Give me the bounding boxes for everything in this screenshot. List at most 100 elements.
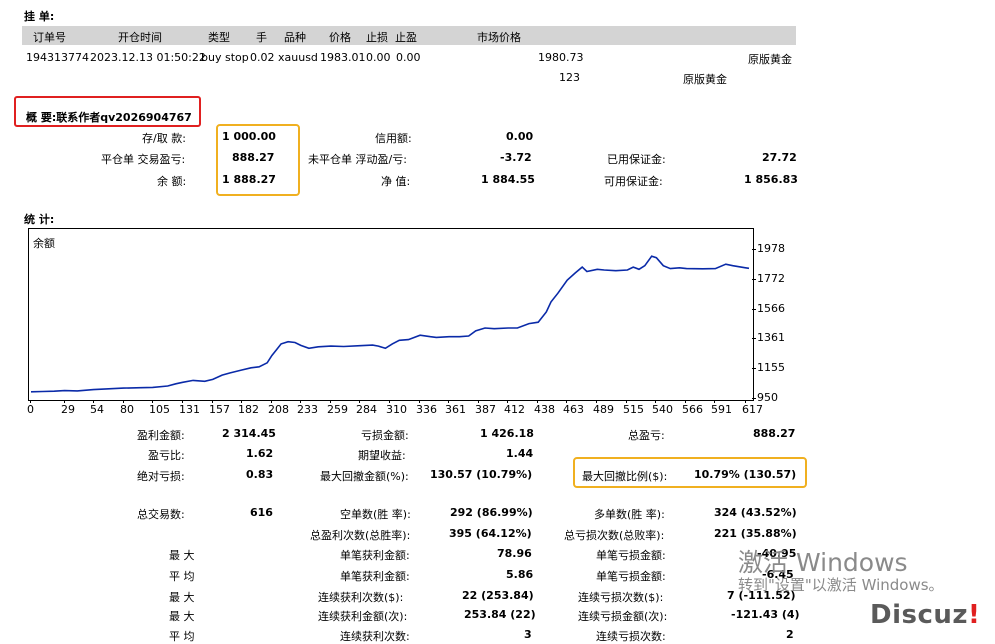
cell-ticket: 194313774 — [26, 51, 89, 64]
cw-cnt-label: 连续获利次数($): — [318, 591, 404, 604]
col-tp: 止盈 — [395, 31, 417, 44]
cell-time: 2023.12.13 01:50:22 — [90, 51, 206, 64]
cl-amt-value: -121.43 (4) — [731, 608, 800, 621]
x-tick-label: 540 — [652, 403, 673, 416]
losscnt-value: 221 (35.88%) — [714, 527, 797, 540]
balance-chart: 余额 — [28, 228, 754, 401]
x-tick-label: 233 — [297, 403, 318, 416]
deposit-value: 1 000.00 — [222, 130, 276, 143]
losscnt-label: 总亏损次数(总败率): — [564, 529, 665, 542]
y-tick-label: 1978 — [757, 242, 785, 255]
y-tick-mark — [752, 309, 756, 310]
y-tick-mark — [752, 279, 756, 280]
net-value: 888.27 — [753, 427, 796, 440]
y-tick-label: 1772 — [757, 272, 785, 285]
ratio-value: 1.62 — [246, 447, 274, 460]
x-tick-label: 259 — [327, 403, 348, 416]
discuz-logo-text: Discuz — [870, 600, 969, 630]
col-open-time: 开仓时间 — [118, 31, 162, 44]
long-value: 324 (43.52%) — [714, 506, 797, 519]
short-value: 292 (86.99%) — [450, 506, 533, 519]
ratio-label: 盈亏比: — [148, 449, 185, 462]
floating-value: -3.72 — [500, 151, 532, 164]
avg-cw-label: 连续获利次数: — [340, 630, 410, 643]
free-margin-value: 1 856.83 — [744, 173, 798, 186]
closed-pl-label: 平仓单 交易盈亏: — [101, 153, 186, 166]
y-tick-mark — [752, 398, 756, 399]
cell-comment: 原版黄金 — [683, 73, 727, 86]
x-tick-label: 336 — [416, 403, 437, 416]
win-label: 总盈利次数(总胜率): — [310, 529, 411, 542]
cw-amt-label: 连续获利金额(次): — [318, 610, 408, 623]
avg-cw-value: 3 — [524, 628, 532, 641]
pending-table-header: 订单号 开仓时间 类型 手 品种 价格 止损 止盈 市场价格 — [22, 26, 796, 45]
margin-label: 已用保证金: — [607, 153, 666, 166]
max-row-2-label: 最 大 — [169, 591, 195, 604]
cw-cnt-value: 22 (253.84) — [462, 589, 534, 602]
max-dd-pct-label: 最大回撤比例($): — [582, 470, 668, 483]
deposit-label: 存/取 款: — [142, 132, 186, 145]
best-label: 单笔获利金额: — [340, 549, 410, 562]
x-tick-label: 566 — [682, 403, 703, 416]
y-tick-mark — [752, 338, 756, 339]
abs-dd-label: 绝对亏损: — [137, 470, 185, 483]
margin-value: 27.72 — [762, 151, 797, 164]
net-label: 总盈亏: — [628, 429, 665, 442]
x-tick-label: 463 — [563, 403, 584, 416]
short-label: 空单数(胜 率): — [340, 508, 411, 521]
x-tick-label: 157 — [209, 403, 230, 416]
expected-label: 期望收益: — [358, 449, 406, 462]
equity-label: 净 值: — [381, 175, 411, 188]
x-tick-label: 105 — [149, 403, 170, 416]
discuz-logo: Discuz! — [870, 600, 980, 630]
y-tick-label: 1361 — [757, 331, 785, 344]
col-type: 类型 — [208, 31, 230, 44]
x-tick-label: 29 — [61, 403, 75, 416]
cell-lots: 0.02 — [250, 51, 275, 64]
total-trades-value: 616 — [250, 506, 273, 519]
col-lots: 手 — [256, 31, 267, 44]
max-dd-value: 130.57 (10.79%) — [430, 468, 533, 481]
cell-type: buy stop — [201, 51, 249, 64]
x-tick-label: 0 — [27, 403, 34, 416]
best-value: 78.96 — [497, 547, 532, 560]
cell-tp: 0.00 — [396, 51, 421, 64]
x-tick-label: 412 — [504, 403, 525, 416]
x-tick-label: 54 — [90, 403, 104, 416]
profit-label: 盈利金额: — [137, 429, 185, 442]
stats-title: 统 计: — [24, 213, 55, 226]
cl-cnt-label: 连续亏损次数($): — [578, 591, 664, 604]
activate-windows-subtitle: 转到"设置"以激活 Windows。 — [738, 576, 944, 594]
cell-symbol: xauusd — [278, 51, 318, 64]
cell-sl: 0.00 — [366, 51, 391, 64]
col-market-price: 市场价格 — [477, 31, 521, 44]
abs-dd-value: 0.83 — [246, 468, 274, 481]
balance-chart-plot — [30, 255, 750, 393]
loss-value: 1 426.18 — [480, 427, 534, 440]
win-value: 395 (64.12%) — [449, 527, 532, 540]
y-tick-label: 1155 — [757, 361, 785, 374]
free-margin-label: 可用保证金: — [604, 175, 663, 188]
col-symbol: 品种 — [284, 31, 306, 44]
balance-line — [30, 255, 750, 393]
discuz-logo-mark: ! — [968, 600, 981, 630]
avg-row-2-label: 平 均 — [169, 630, 195, 643]
cell-market: 123 — [559, 71, 580, 84]
cell-market: 1980.73 — [538, 51, 584, 64]
balance-label: 余 额: — [157, 175, 187, 188]
loss-label: 亏损金额: — [361, 429, 409, 442]
max-row-3-label: 最 大 — [169, 610, 195, 623]
max-dd-label: 最大回撤金额(%): — [320, 470, 409, 483]
x-tick-label: 591 — [711, 403, 732, 416]
cl-amt-label: 连续亏损金额(次): — [578, 610, 668, 623]
y-tick-mark — [752, 249, 756, 250]
x-tick-label: 361 — [445, 403, 466, 416]
avg-win-label: 单笔获利金额: — [340, 570, 410, 583]
balance-value: 1 888.27 — [222, 173, 276, 186]
cw-amt-value: 253.84 (22) — [464, 608, 536, 621]
col-price: 价格 — [329, 31, 351, 44]
x-tick-label: 489 — [593, 403, 614, 416]
x-tick-label: 182 — [238, 403, 259, 416]
x-tick-label: 310 — [386, 403, 407, 416]
equity-value: 1 884.55 — [481, 173, 535, 186]
